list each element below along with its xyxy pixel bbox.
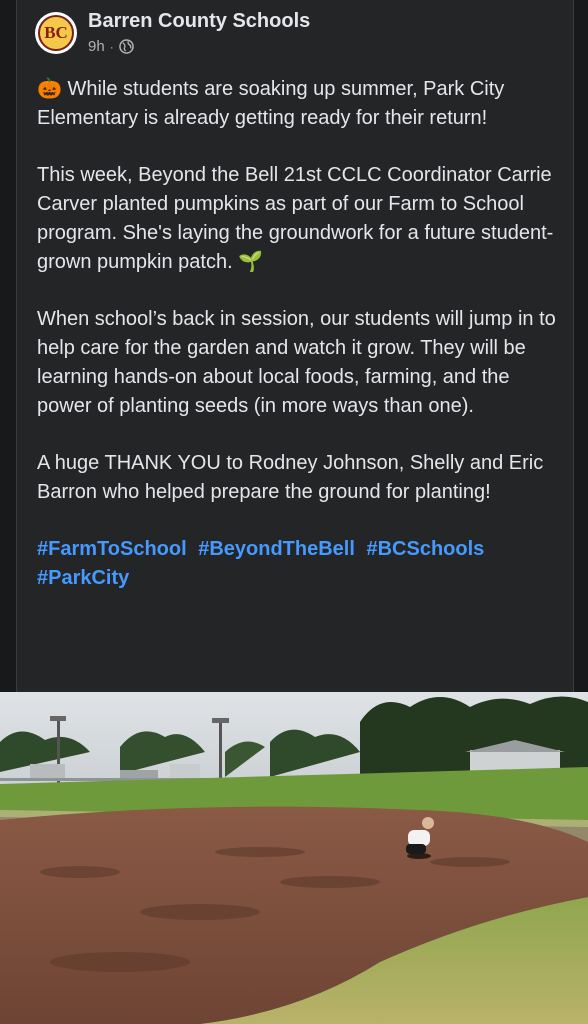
- hashtag-list: #FarmToSchool #BeyondTheBell #BCSchools …: [37, 535, 562, 593]
- post-body: 🎃 While students are soaking up summer, …: [37, 75, 562, 593]
- post-paragraph: A huge THANK YOU to Rodney Johnson, Shel…: [37, 452, 544, 503]
- post-paragraph: This week, Beyond the Bell 21st CCLC Coo…: [37, 164, 554, 273]
- globe-icon: [118, 39, 134, 54]
- post-meta: 9h ·: [88, 38, 134, 55]
- hashtag-link[interactable]: #FarmToSchool: [37, 538, 187, 560]
- post-card: BC Barren County Schools 9h · 🎃 While st…: [16, 0, 574, 692]
- author-name[interactable]: Barren County Schools: [88, 10, 310, 33]
- hashtag-link[interactable]: #BCSchools: [366, 538, 484, 560]
- avatar[interactable]: BC: [35, 12, 77, 54]
- hashtag-link[interactable]: #ParkCity: [37, 567, 129, 589]
- hashtag-link[interactable]: #BeyondTheBell: [198, 538, 355, 560]
- post-photo[interactable]: [0, 692, 588, 1024]
- meta-separator: ·: [109, 39, 114, 54]
- post-paragraph: When school’s back in session, our stude…: [37, 308, 556, 417]
- post-header: BC Barren County Schools 9h ·: [35, 10, 555, 60]
- post-paragraph: 🎃 While students are soaking up summer, …: [37, 78, 505, 129]
- avatar-logo: BC: [38, 15, 74, 51]
- post-time[interactable]: 9h: [88, 38, 105, 55]
